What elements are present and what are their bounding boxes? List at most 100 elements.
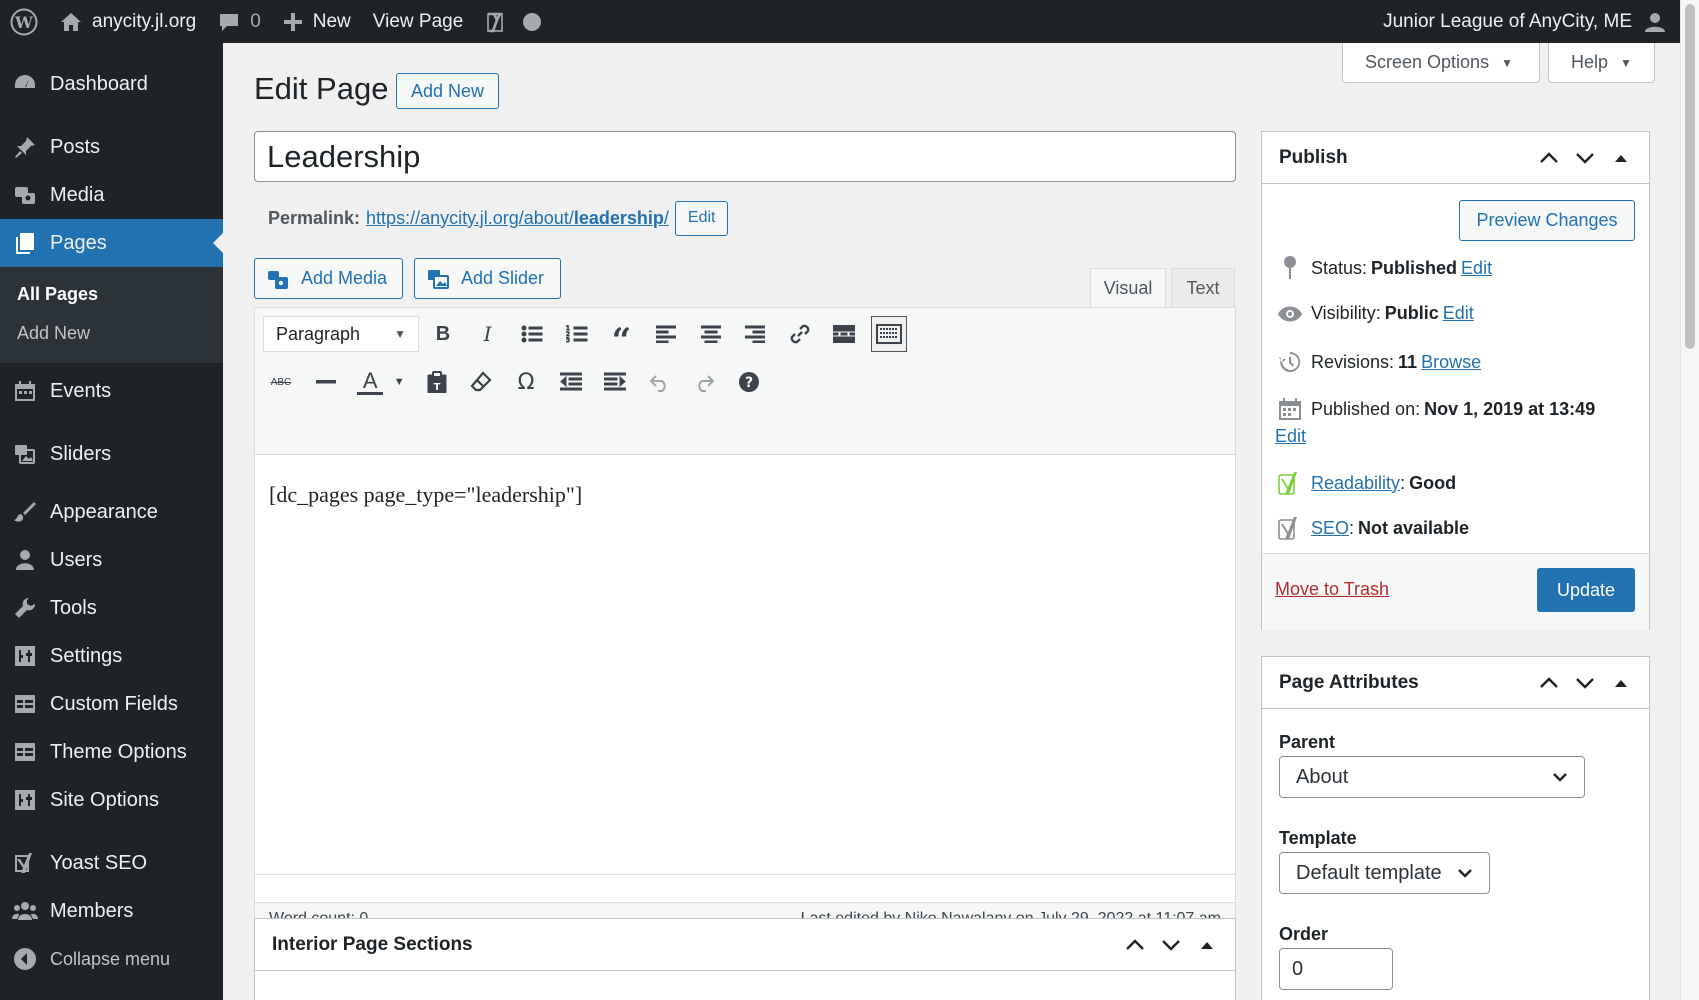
site-name-link[interactable]: anycity.jl.org: [49, 0, 207, 43]
text-color-dropdown-icon[interactable]: ▼: [388, 364, 410, 400]
editor-resize-area[interactable]: [255, 874, 1235, 902]
caret-down-icon: ▼: [394, 327, 406, 341]
menu-settings[interactable]: Settings: [0, 632, 223, 680]
tab-text[interactable]: Text: [1171, 268, 1235, 308]
status-edit-link[interactable]: Edit: [1461, 258, 1492, 279]
view-page-link[interactable]: View Page: [362, 0, 475, 43]
submenu-all-pages[interactable]: All Pages: [0, 275, 223, 314]
align-left-icon[interactable]: [648, 316, 684, 352]
add-media-button[interactable]: Add Media: [254, 258, 403, 299]
new-content-link[interactable]: New: [272, 0, 362, 43]
editor-content-area[interactable]: [dc_pages page_type="leadership"]: [269, 482, 582, 508]
page-scrollbar[interactable]: [1680, 0, 1699, 1000]
account-menu[interactable]: Junior League of AnyCity, ME: [1372, 0, 1680, 43]
wordpress-logo-icon[interactable]: W: [0, 0, 49, 43]
interior-sections-header[interactable]: Interior Page Sections: [255, 919, 1235, 971]
screen-options-label: Screen Options: [1365, 52, 1490, 72]
published-on-edit-link[interactable]: Edit: [1275, 426, 1306, 447]
add-new-page-button[interactable]: Add New: [396, 73, 499, 109]
scrollbar-thumb[interactable]: [1685, 4, 1695, 349]
tab-visual[interactable]: Visual: [1090, 268, 1166, 308]
interior-sections-box: Interior Page Sections: [254, 918, 1236, 1000]
update-button[interactable]: Update: [1537, 568, 1635, 612]
menu-members[interactable]: Members: [0, 887, 223, 935]
read-more-icon[interactable]: [826, 316, 862, 352]
toolbar-toggle-icon[interactable]: [870, 316, 907, 352]
permalink-link[interactable]: https://anycity.jl.org/about/leadership/: [366, 208, 669, 229]
preview-changes-button[interactable]: Preview Changes: [1459, 200, 1635, 241]
move-down-icon[interactable]: [1567, 677, 1603, 689]
indent-icon[interactable]: [597, 364, 633, 400]
move-to-trash-link[interactable]: Move to Trash: [1275, 579, 1389, 600]
published-on-label: Published on:: [1311, 398, 1421, 419]
revisions-browse-link[interactable]: Browse: [1421, 352, 1481, 373]
menu-yoast-label: Yoast SEO: [50, 851, 148, 874]
add-slider-button[interactable]: Add Slider: [414, 258, 561, 299]
menu-appearance[interactable]: Appearance: [0, 488, 223, 536]
help-button[interactable]: Help ▼: [1548, 43, 1655, 83]
blockquote-icon[interactable]: “: [603, 316, 639, 361]
menu-dashboard[interactable]: Dashboard: [0, 60, 223, 108]
horizontal-line-icon[interactable]: [308, 364, 344, 400]
parent-select[interactable]: About: [1279, 756, 1585, 798]
menu-theme-options[interactable]: Theme Options: [0, 728, 223, 776]
paste-as-text-icon[interactable]: T: [419, 364, 455, 400]
collapse-menu-button[interactable]: Collapse menu: [0, 935, 223, 983]
outdent-icon[interactable]: [553, 364, 589, 400]
svg-text:3: 3: [566, 337, 570, 344]
align-right-icon[interactable]: [737, 316, 773, 352]
menu-users[interactable]: Users: [0, 536, 223, 584]
bulleted-list-icon[interactable]: [514, 316, 550, 352]
order-input[interactable]: 0: [1279, 948, 1393, 990]
menu-pages[interactable]: Pages: [0, 219, 223, 267]
editor-toolbar: Paragraph ▼ B I 123 “ ABC A ▼ T Ω ?: [255, 308, 1235, 455]
visibility-edit-link[interactable]: Edit: [1443, 303, 1474, 324]
menu-posts[interactable]: Posts: [0, 123, 223, 171]
readability-link[interactable]: Readability: [1311, 473, 1400, 494]
page-title: Edit Page: [254, 71, 389, 106]
screen-options-button[interactable]: Screen Options ▼: [1342, 43, 1540, 83]
svg-text:W: W: [14, 13, 34, 32]
menu-tools[interactable]: Tools: [0, 584, 223, 632]
menu-site-options[interactable]: Site Options: [0, 776, 223, 824]
redo-icon[interactable]: [686, 364, 722, 400]
page-title-input[interactable]: Leadership: [254, 131, 1236, 182]
permalink-edit-button[interactable]: Edit: [674, 200, 729, 236]
table-icon: [12, 739, 38, 765]
submenu-add-new[interactable]: Add New: [0, 314, 223, 353]
strikethrough-icon[interactable]: ABC: [263, 364, 299, 400]
yoast-adminbar-icon[interactable]: [474, 0, 552, 43]
publish-header[interactable]: Publish: [1262, 132, 1649, 184]
italic-icon[interactable]: I: [470, 316, 506, 352]
add-media-label: Add Media: [301, 268, 388, 288]
chevron-down-icon: [1458, 869, 1472, 878]
page-attributes-header[interactable]: Page Attributes: [1262, 657, 1649, 709]
move-down-icon[interactable]: [1153, 939, 1189, 951]
menu-yoast-seo[interactable]: Yoast SEO: [0, 839, 223, 887]
order-label: Order: [1279, 924, 1329, 944]
clear-formatting-icon[interactable]: [463, 364, 499, 400]
undo-icon[interactable]: [642, 364, 678, 400]
special-character-icon[interactable]: Ω: [508, 364, 544, 400]
help-question-icon[interactable]: ?: [731, 364, 767, 400]
bold-icon[interactable]: B: [425, 316, 461, 352]
text-color-icon[interactable]: A: [352, 364, 388, 400]
move-up-icon[interactable]: [1117, 939, 1153, 951]
menu-custom-fields[interactable]: Custom Fields: [0, 680, 223, 728]
seo-link[interactable]: SEO: [1311, 518, 1349, 539]
collapse-toggle-icon[interactable]: [1189, 940, 1225, 950]
menu-events[interactable]: Events: [0, 367, 223, 415]
move-up-icon[interactable]: [1531, 677, 1567, 689]
template-select[interactable]: Default template: [1279, 852, 1490, 894]
collapse-toggle-icon[interactable]: [1603, 153, 1639, 163]
format-select[interactable]: Paragraph ▼: [263, 316, 419, 352]
link-icon[interactable]: [782, 316, 818, 352]
move-down-icon[interactable]: [1567, 152, 1603, 164]
comments-link[interactable]: 0: [207, 0, 272, 43]
collapse-toggle-icon[interactable]: [1603, 678, 1639, 688]
menu-sliders[interactable]: Sliders: [0, 430, 223, 478]
numbered-list-icon[interactable]: 123: [559, 316, 595, 352]
move-up-icon[interactable]: [1531, 152, 1567, 164]
menu-media[interactable]: Media: [0, 171, 223, 219]
align-center-icon[interactable]: [693, 316, 729, 352]
